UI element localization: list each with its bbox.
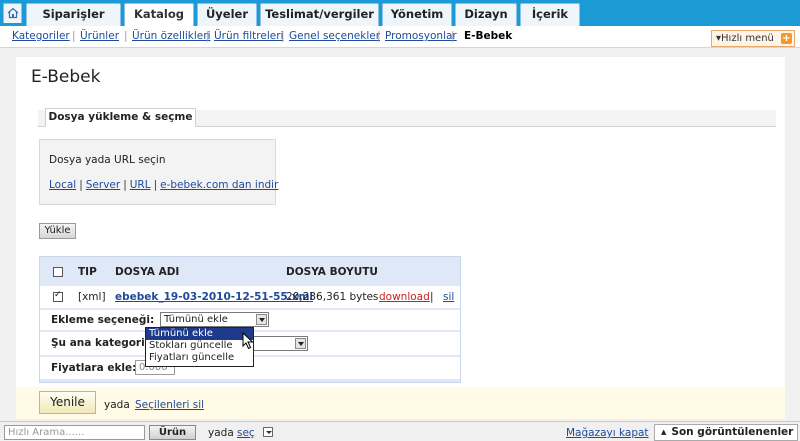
subnav-separator: | (377, 30, 381, 42)
subnav-separator: | (281, 30, 285, 42)
dropdown-toggle-icon[interactable] (263, 427, 273, 437)
quick-menu-button[interactable]: ▾Hızlı menü + (711, 30, 795, 47)
link-local[interactable]: Local (49, 179, 76, 191)
subnav-promosyonlar[interactable]: Promosyonlar (385, 30, 457, 42)
category-label: Şu ana kategoriye (51, 337, 159, 349)
source-box: Dosya yada URL seçin Local | Server | URL | e-… (39, 139, 278, 205)
upload-button[interactable]: Yükle (39, 223, 76, 239)
subnav-separator: | (124, 30, 128, 42)
link-separator: | (153, 179, 158, 191)
tab-katalog[interactable]: Katalog (124, 3, 194, 26)
tab-uyeler[interactable]: Üyeler (197, 3, 257, 26)
download-link[interactable]: download (379, 291, 430, 303)
tab-icerik[interactable]: İçerik (520, 3, 580, 26)
subnav-genel-secenekler[interactable]: Genel seçenekler (289, 30, 380, 42)
page-title: E-Bebek (31, 67, 101, 87)
dropdown-option[interactable]: Tümünü ekle (146, 328, 253, 340)
insert-option-value: Tümünü ekle (164, 314, 228, 325)
search-products-button[interactable]: Ürün ara (149, 425, 196, 441)
price-label: Fiyatlara ekle:% (51, 362, 147, 374)
chevron-down-icon (295, 338, 306, 349)
quick-menu-label: Hızlı menü (721, 33, 774, 44)
subnav-urun-ozellikleri[interactable]: Ürün özellikleri (132, 30, 211, 42)
row-separator: | (430, 291, 434, 303)
status-bar: Hızlı Arama...... Ürün ara yada seç Mağa… (0, 421, 800, 441)
header-size: DOSYA BOYUTU (286, 266, 378, 278)
table-row: [xml] ebebek_19-03-2010-12-51-55.xml 20,… (40, 286, 460, 308)
link-download-from-site[interactable]: e-bebek.com dan indir (160, 179, 278, 191)
link-url[interactable]: URL (130, 179, 151, 191)
header-name: DOSYA ADI (115, 266, 180, 278)
insert-option-label: Ekleme seçeneği: (51, 314, 155, 326)
action-bar (16, 387, 785, 419)
link-separator: | (79, 179, 83, 191)
source-links: Local | Server | URL | e-bebek.com dan indir (49, 179, 278, 191)
file-size: 20,236,361 bytes (286, 291, 379, 303)
file-name-link[interactable]: ebebek_19-03-2010-12-51-55.xml (115, 291, 313, 303)
subnav-separator: | (206, 30, 210, 42)
insert-option-select[interactable]: Tümünü ekle (160, 312, 269, 327)
chevron-down-icon (256, 314, 267, 325)
sub-nav: Kategoriler | Ürünler | Ürün özellikleri… (0, 26, 800, 48)
row-checkbox[interactable] (53, 290, 63, 302)
close-store-link[interactable]: Mağazayı kapat (566, 427, 649, 439)
header-type: TIP (78, 266, 97, 278)
tab-siparisler[interactable]: Siparişler (26, 3, 121, 26)
link-server[interactable]: Server (86, 179, 120, 191)
subnav-e-bebek[interactable]: E-Bebek (464, 30, 512, 42)
insert-option-dropdown: Tümünü ekle Stokları güncelle Fiyatları … (145, 327, 254, 367)
subnav-urunler[interactable]: Ürünler (80, 30, 119, 42)
quick-search-input[interactable]: Hızlı Arama...... (4, 425, 145, 440)
source-label: Dosya yada URL seçin (49, 154, 166, 166)
refresh-button[interactable]: Yenile (39, 391, 96, 414)
tab-yonetim[interactable]: Yönetim (382, 3, 452, 26)
or-text: yada (104, 399, 130, 411)
subnav-separator: | (451, 30, 455, 42)
subnav-urun-filtreleri[interactable]: Ürün filtreleri (214, 30, 283, 42)
recently-viewed-button[interactable]: Son görüntülenenler (654, 424, 798, 441)
home-tab[interactable] (3, 3, 22, 23)
tab-teslimat-vergiler[interactable]: Teslimat/vergiler (260, 3, 379, 26)
delete-link[interactable]: sil (443, 291, 454, 303)
select-all-checkbox[interactable] (53, 267, 63, 277)
plus-icon: + (781, 33, 792, 44)
link-separator: | (123, 179, 127, 191)
mouse-cursor-icon (242, 332, 254, 350)
dropdown-option[interactable]: Stokları güncelle (146, 340, 253, 352)
or-text: yada (208, 427, 234, 439)
tab-dosya-yukleme[interactable]: Dosya yükleme & seçme (45, 108, 196, 127)
subnav-kategoriler[interactable]: Kategoriler (12, 30, 70, 42)
main-nav-bar: Siparişler Katalog Üyeler Teslimat/vergi… (0, 0, 800, 26)
file-type: [xml] (78, 291, 106, 303)
home-icon (7, 7, 19, 19)
delete-selected-link[interactable]: Seçilenleri sil (135, 399, 204, 411)
dropdown-option[interactable]: Fiyatları güncelle (146, 352, 253, 364)
main-panel: E-Bebek Dosya yükleme & seçme Dosya yada… (16, 57, 785, 387)
subnav-separator: | (72, 30, 76, 42)
tab-dizayn[interactable]: Dizayn (455, 3, 517, 26)
select-link[interactable]: seç (237, 427, 255, 439)
